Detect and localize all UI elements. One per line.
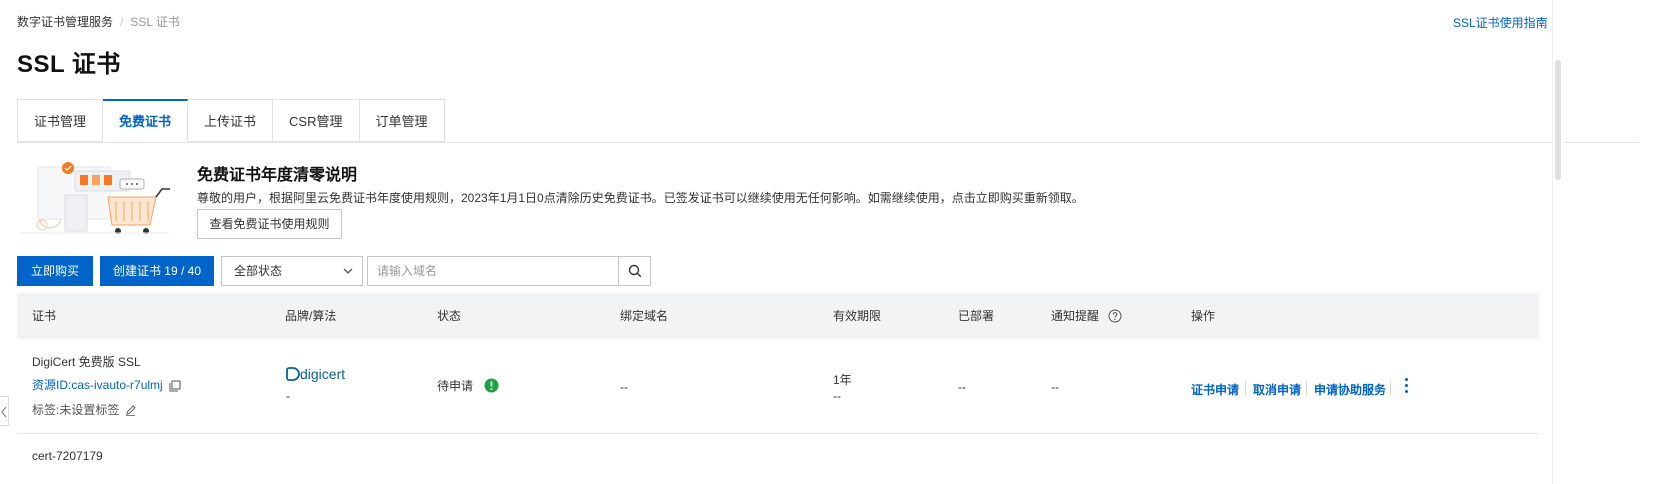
copy-icon[interactable] <box>169 380 181 392</box>
create-cert-button[interactable]: 创建证书 19 / 40 <box>100 256 214 286</box>
col-cert: 证书 <box>32 309 57 323</box>
chevron-left-icon <box>1 406 7 418</box>
domain-search-input[interactable]: 请输入域名 <box>367 256 619 286</box>
status-filter-value: 全部状态 <box>234 264 283 278</box>
breadcrumb-current: SSL 证书 <box>130 15 180 29</box>
tab-csr-management[interactable]: CSR管理 <box>273 99 360 142</box>
col-actions: 操作 <box>1191 309 1216 323</box>
table-header: 证书 品牌/算法 状态 绑定域名 有效期限 已部署 通知提醒 操作 <box>17 293 1539 339</box>
search-button[interactable] <box>618 256 651 286</box>
brand-text: digicert <box>300 366 345 382</box>
help-icon[interactable] <box>1108 309 1122 323</box>
col-brand: 品牌/算法 <box>285 309 337 323</box>
algorithm-value: - <box>286 389 290 403</box>
tab-bar: 证书管理 免费证书 上传证书 CSR管理 订单管理 <box>17 99 445 143</box>
search-icon <box>628 264 642 278</box>
edit-icon[interactable] <box>125 405 136 417</box>
tabs-divider <box>17 142 1639 143</box>
digicert-logo: digicert <box>286 365 362 388</box>
tab-order-management[interactable]: 订单管理 <box>359 99 445 142</box>
action-divider <box>1245 381 1246 395</box>
apply-cert-link[interactable]: 证书申请 <box>1191 381 1239 398</box>
col-validity: 有效期限 <box>833 309 882 323</box>
cert-name: DigiCert 免费版 SSL <box>32 355 141 369</box>
bound-domain-value: -- <box>620 380 628 394</box>
col-status: 状态 <box>437 309 462 323</box>
view-free-cert-rules-button[interactable]: 查看免费证书使用规则 <box>197 209 342 239</box>
cancel-apply-link[interactable]: 取消申请 <box>1253 381 1301 398</box>
notice-title: 免费证书年度清零说明 <box>197 167 358 184</box>
col-deployed: 已部署 <box>958 309 995 323</box>
tab-free-cert[interactable]: 免费证书 <box>103 99 189 142</box>
scrollbar[interactable] <box>1552 0 1564 484</box>
tag-label[interactable]: 标签:未设置标签 <box>32 401 136 418</box>
action-divider <box>1390 381 1391 395</box>
collapse-sidebar-button[interactable] <box>0 396 9 426</box>
cert-name: cert-7207179 <box>32 449 103 463</box>
notify-value: -- <box>1051 380 1059 394</box>
tag-text: 标签:未设置标签 <box>32 403 120 417</box>
buy-now-button[interactable]: 立即购买 <box>17 256 93 286</box>
resource-id-text: 资源ID:cas-ivauto-r7ulmj <box>32 378 163 392</box>
breadcrumb-root[interactable]: 数字证书管理服务 <box>17 15 113 29</box>
deployed-value: -- <box>958 380 966 394</box>
validity-date-value: -- <box>833 389 841 403</box>
scrollbar-thumb[interactable] <box>1555 60 1561 180</box>
status-pending: 待申请 <box>437 377 499 394</box>
digicert-logo-icon: digicert <box>286 366 345 382</box>
shopping-cart-illustration-icon <box>20 162 170 234</box>
col-notify-label: 通知提醒 <box>1051 309 1100 323</box>
row-divider <box>17 433 1539 434</box>
assist-service-link[interactable]: 申请协助服务 <box>1314 381 1386 398</box>
status-text: 待申请 <box>437 379 474 393</box>
tab-upload-cert[interactable]: 上传证书 <box>188 99 274 142</box>
status-filter-select[interactable]: 全部状态 <box>221 256 363 286</box>
resource-id-link[interactable]: 资源ID:cas-ivauto-r7ulmj <box>32 376 181 393</box>
col-domain: 绑定域名 <box>620 309 669 323</box>
ssl-guide-link[interactable]: SSL证书使用指南 <box>1453 14 1548 31</box>
col-notify: 通知提醒 <box>1051 293 1122 339</box>
breadcrumb-separator: / <box>120 15 124 29</box>
tab-cert-management[interactable]: 证书管理 <box>17 99 104 142</box>
more-actions-icon[interactable] <box>1402 378 1410 396</box>
page-title: SSL 证书 <box>17 51 121 78</box>
breadcrumb: 数字证书管理服务 / SSL 证书 <box>17 13 180 30</box>
validity-value: 1年 <box>833 373 852 387</box>
chevron-down-icon <box>343 268 353 274</box>
alert-icon <box>484 378 499 393</box>
action-divider <box>1306 381 1307 395</box>
notice-text: 尊敬的用户，根据阿里云免费证书年度使用规则，2023年1月1日0点清除历史免费证… <box>197 191 1084 205</box>
